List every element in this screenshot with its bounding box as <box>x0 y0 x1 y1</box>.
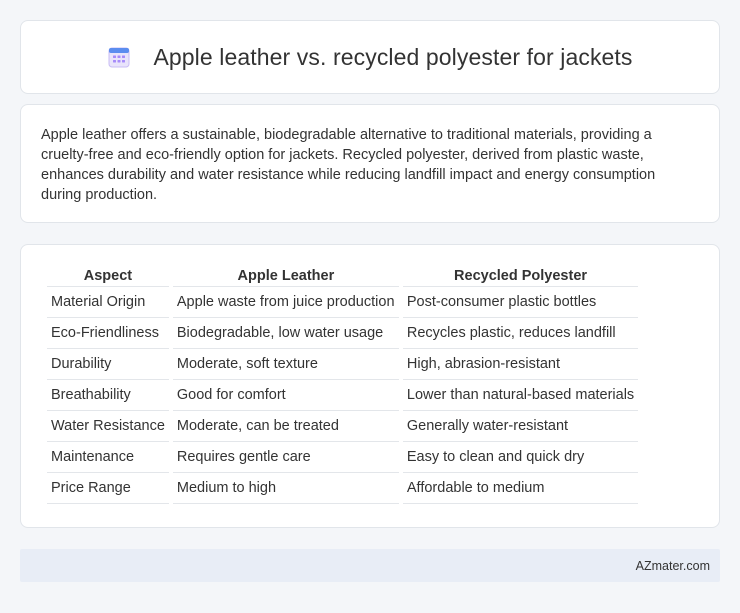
comparison-card: Aspect Apple Leather Recycled Polyester … <box>20 244 720 528</box>
cell-apple-leather: Medium to high <box>172 473 399 504</box>
cell-aspect: Maintenance <box>47 442 169 473</box>
cell-aspect: Durability <box>47 349 169 380</box>
cell-recycled-polyester: Easy to clean and quick dry <box>402 442 639 473</box>
cell-apple-leather: Moderate, can be treated <box>172 411 399 442</box>
intro-card: Apple leather offers a sustainable, biod… <box>20 104 720 223</box>
cell-recycled-polyester: Generally water-resistant <box>402 411 639 442</box>
cell-aspect: Breathability <box>47 380 169 411</box>
cell-aspect: Eco-Friendliness <box>47 318 169 349</box>
calendar-icon <box>108 47 130 68</box>
table-row: Eco-Friendliness Biodegradable, low wate… <box>47 318 639 349</box>
table-row: Material Origin Apple waste from juice p… <box>47 287 639 318</box>
cell-recycled-polyester: Affordable to medium <box>402 473 639 504</box>
table-row: Breathability Good for comfort Lower tha… <box>47 380 639 411</box>
comparison-table: Aspect Apple Leather Recycled Polyester … <box>43 265 642 504</box>
intro-paragraph: Apple leather offers a sustainable, biod… <box>41 127 656 203</box>
header-aspect: Aspect <box>47 265 169 287</box>
cell-apple-leather: Apple waste from juice production <box>172 287 399 318</box>
title-card: Apple leather vs. recycled polyester for… <box>20 20 720 94</box>
page-title: Apple leather vs. recycled polyester for… <box>153 43 633 70</box>
cell-apple-leather: Good for comfort <box>172 380 399 411</box>
cell-aspect: Water Resistance <box>47 411 169 442</box>
table-row: Water Resistance Moderate, can be treate… <box>47 411 639 442</box>
cell-apple-leather: Moderate, soft texture <box>172 349 399 380</box>
cell-recycled-polyester: Post-consumer plastic bottles <box>402 287 639 318</box>
cell-apple-leather: Biodegradable, low water usage <box>172 318 399 349</box>
footer-brand[interactable]: AZmater.com <box>636 559 710 573</box>
cell-recycled-polyester: Lower than natural-based materials <box>402 380 639 411</box>
table-row: Durability Moderate, soft texture High, … <box>47 349 639 380</box>
header-recycled-polyester: Recycled Polyester <box>402 265 639 287</box>
cell-recycled-polyester: High, abrasion-resistant <box>402 349 639 380</box>
table-row: Price Range Medium to high Affordable to… <box>47 473 639 504</box>
cell-recycled-polyester: Recycles plastic, reduces landfill <box>402 318 639 349</box>
table-header-row: Aspect Apple Leather Recycled Polyester <box>47 265 639 287</box>
footer-bar: AZmater.com <box>20 549 720 582</box>
table-row: Maintenance Requires gentle care Easy to… <box>47 442 639 473</box>
cell-apple-leather: Requires gentle care <box>172 442 399 473</box>
header-apple-leather: Apple Leather <box>172 265 399 287</box>
cell-aspect: Price Range <box>47 473 169 504</box>
cell-aspect: Material Origin <box>47 287 169 318</box>
